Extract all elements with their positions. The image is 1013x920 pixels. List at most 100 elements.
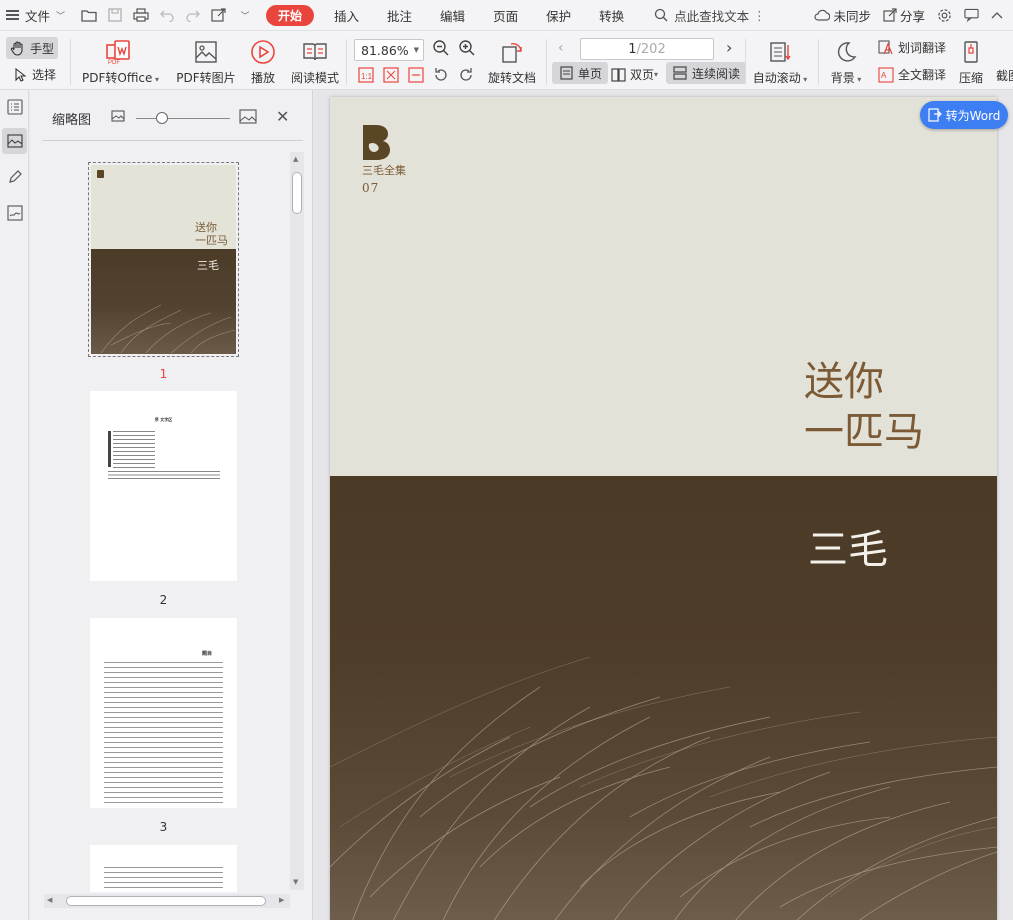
horizontal-scrollbar-thumb[interactable] [66,896,266,906]
word-translate-label: 划词翻译 [898,41,947,55]
svg-text:A: A [881,71,887,80]
next-page-icon[interactable]: › [726,38,732,57]
read-mode-label: 阅读模式 [290,71,339,85]
moon-icon [831,37,861,67]
pdf-to-office-button[interactable]: PDF PDF转Office ▾ [82,37,159,86]
single-page-button[interactable]: 单页 [552,62,609,84]
thumbnail-horizontal-scrollbar[interactable]: ◀ ▶ [44,894,290,908]
search-icon [654,8,668,22]
rotate-left-icon[interactable] [433,67,449,86]
total-pages: /202 [636,41,666,57]
crop-label: 截图 [996,69,1013,83]
actual-size-icon[interactable]: 1:1 [358,67,374,86]
large-thumbnail-icon[interactable] [239,109,257,127]
thumbnail-title-line1: 送你 [195,221,217,234]
continuous-read-label: 连续阅读 [692,66,741,81]
annotation-pen-icon[interactable] [2,164,27,190]
double-page-button[interactable]: 双页 ▾ [610,66,658,83]
thumbnail-panel: 缩略图 ✕ 送你 一匹马 三毛 1 序 文字区 2 题目 3 ▲ ▼ ◀ ▶ [30,90,313,920]
prev-page-icon[interactable]: ‹ [558,40,564,56]
compress-button[interactable]: 压缩 [956,37,986,86]
thumbnail-page-number-1: 1 [159,367,168,381]
close-panel-icon[interactable]: ✕ [276,107,289,126]
pdf-to-office-icon: PDF [103,37,133,67]
file-menu[interactable]: 文件 ﹀ [0,0,76,31]
tab-protect[interactable]: 保护 [532,0,585,31]
full-translate-button[interactable]: A 全文翻译 [878,66,946,83]
thumbnail-vertical-scrollbar[interactable]: ▲ ▼ [290,152,304,890]
thumbnail-page-number-3: 3 [159,820,168,834]
zoom-out-icon[interactable] [432,39,450,60]
sync-status[interactable]: 未同步 [808,0,877,31]
redo-icon[interactable] [180,0,206,31]
cursor-arrow-icon [12,67,28,83]
tab-convert[interactable]: 转换 [585,0,638,31]
zoom-level-select[interactable]: 81.86% ▼ [354,39,424,61]
export-icon[interactable] [206,0,232,31]
tab-page[interactable]: 页面 [479,0,532,31]
thumbnail-page-1[interactable]: 送你 一匹马 三毛 [91,165,236,354]
share-icon [883,8,897,22]
thumbnail-size-slider-knob[interactable] [156,112,168,124]
convert-to-word-label: 转为Word [945,108,1001,123]
tab-edit[interactable]: 编辑 [426,0,479,31]
rotate-right-icon[interactable] [458,67,474,86]
read-mode-button[interactable]: 阅读模式 [288,37,342,86]
chevron-down-icon: ▼ [413,46,419,54]
rotate-document-button[interactable]: 旋转文档 [486,37,538,86]
hand-tool-button[interactable]: 手型 [6,37,59,59]
pdf-page-1[interactable]: 三毛全集 07 送你 一匹马 三毛 [330,97,997,920]
auto-scroll-button[interactable]: 自动滚动 ▾ [750,37,810,86]
bookmark-list-icon[interactable] [2,94,27,120]
word-translate-button[interactable]: 划词翻译 [878,39,946,56]
scroll-up-icon[interactable]: ▲ [293,155,298,163]
crop-button[interactable]: 截图 [996,67,1013,84]
single-page-label: 单页 [578,66,603,81]
comment-icon[interactable] [958,0,985,31]
select-tool-button[interactable]: 选择 [12,66,56,83]
scroll-left-icon[interactable]: ◀ [47,896,52,904]
play-button[interactable]: 播放 [246,37,280,86]
quick-access-dropdown-icon[interactable]: ﹀ [232,0,258,31]
open-folder-icon[interactable] [76,0,102,31]
find-text-label: 点此查找文本 [674,8,750,24]
series-name: 三毛全集 [362,164,406,177]
thumbnail-title-line2: 一匹马 [195,234,228,247]
print-icon[interactable] [128,0,154,31]
thumbnail-view-icon[interactable] [2,128,27,154]
scroll-right-icon[interactable]: ▶ [279,896,284,904]
small-thumbnail-icon[interactable] [111,110,125,125]
tab-home[interactable]: 开始 [266,4,315,26]
pdf-to-image-button[interactable]: PDF转图片 [176,37,236,86]
continuous-read-button[interactable]: 连续阅读 [666,62,747,84]
compress-label: 压缩 [958,71,983,85]
page-number-input[interactable]: 1/202 [580,38,714,60]
tab-annotate[interactable]: 批注 [373,0,426,31]
background-button[interactable]: 背景 ▾ [828,37,864,86]
convert-to-word-button[interactable]: 转为Word [920,101,1008,129]
tab-insert[interactable]: 插入 [320,0,373,31]
signature-icon[interactable] [2,200,27,226]
collapse-ribbon-icon[interactable] [985,0,1013,31]
document-view[interactable]: 三毛全集 07 送你 一匹马 三毛 [314,90,1013,920]
fit-width-icon[interactable] [408,67,424,86]
save-icon[interactable] [102,0,128,31]
settings-gear-icon[interactable] [931,0,958,31]
file-menu-label: 文件 [25,8,51,24]
continuous-read-icon [672,65,688,81]
find-text-search[interactable]: 点此查找文本 ⋮ [654,0,766,31]
thumbnail-page-2[interactable]: 序 文字区 [90,391,237,581]
zoom-value: 81.86% [361,42,409,58]
thumbnail-page-3[interactable]: 题目 [90,618,237,808]
undo-icon[interactable] [154,0,180,31]
scroll-down-icon[interactable]: ▼ [293,878,298,886]
share-button[interactable]: 分享 [877,0,931,31]
zoom-in-icon[interactable] [458,39,476,60]
thumbnail-page-4[interactable] [90,845,237,892]
fit-page-icon[interactable] [383,67,399,86]
menu-bar: 文件 ﹀ ﹀ 开始 插入 批注 编辑 页面 保护 转换 点此查找文本 ⋮ 未同步… [0,0,1013,31]
scrollbar-thumb[interactable] [292,172,302,214]
word-doc-icon [927,108,942,122]
auto-scroll-icon [765,37,795,67]
thumbnail-size-slider[interactable] [136,118,230,119]
